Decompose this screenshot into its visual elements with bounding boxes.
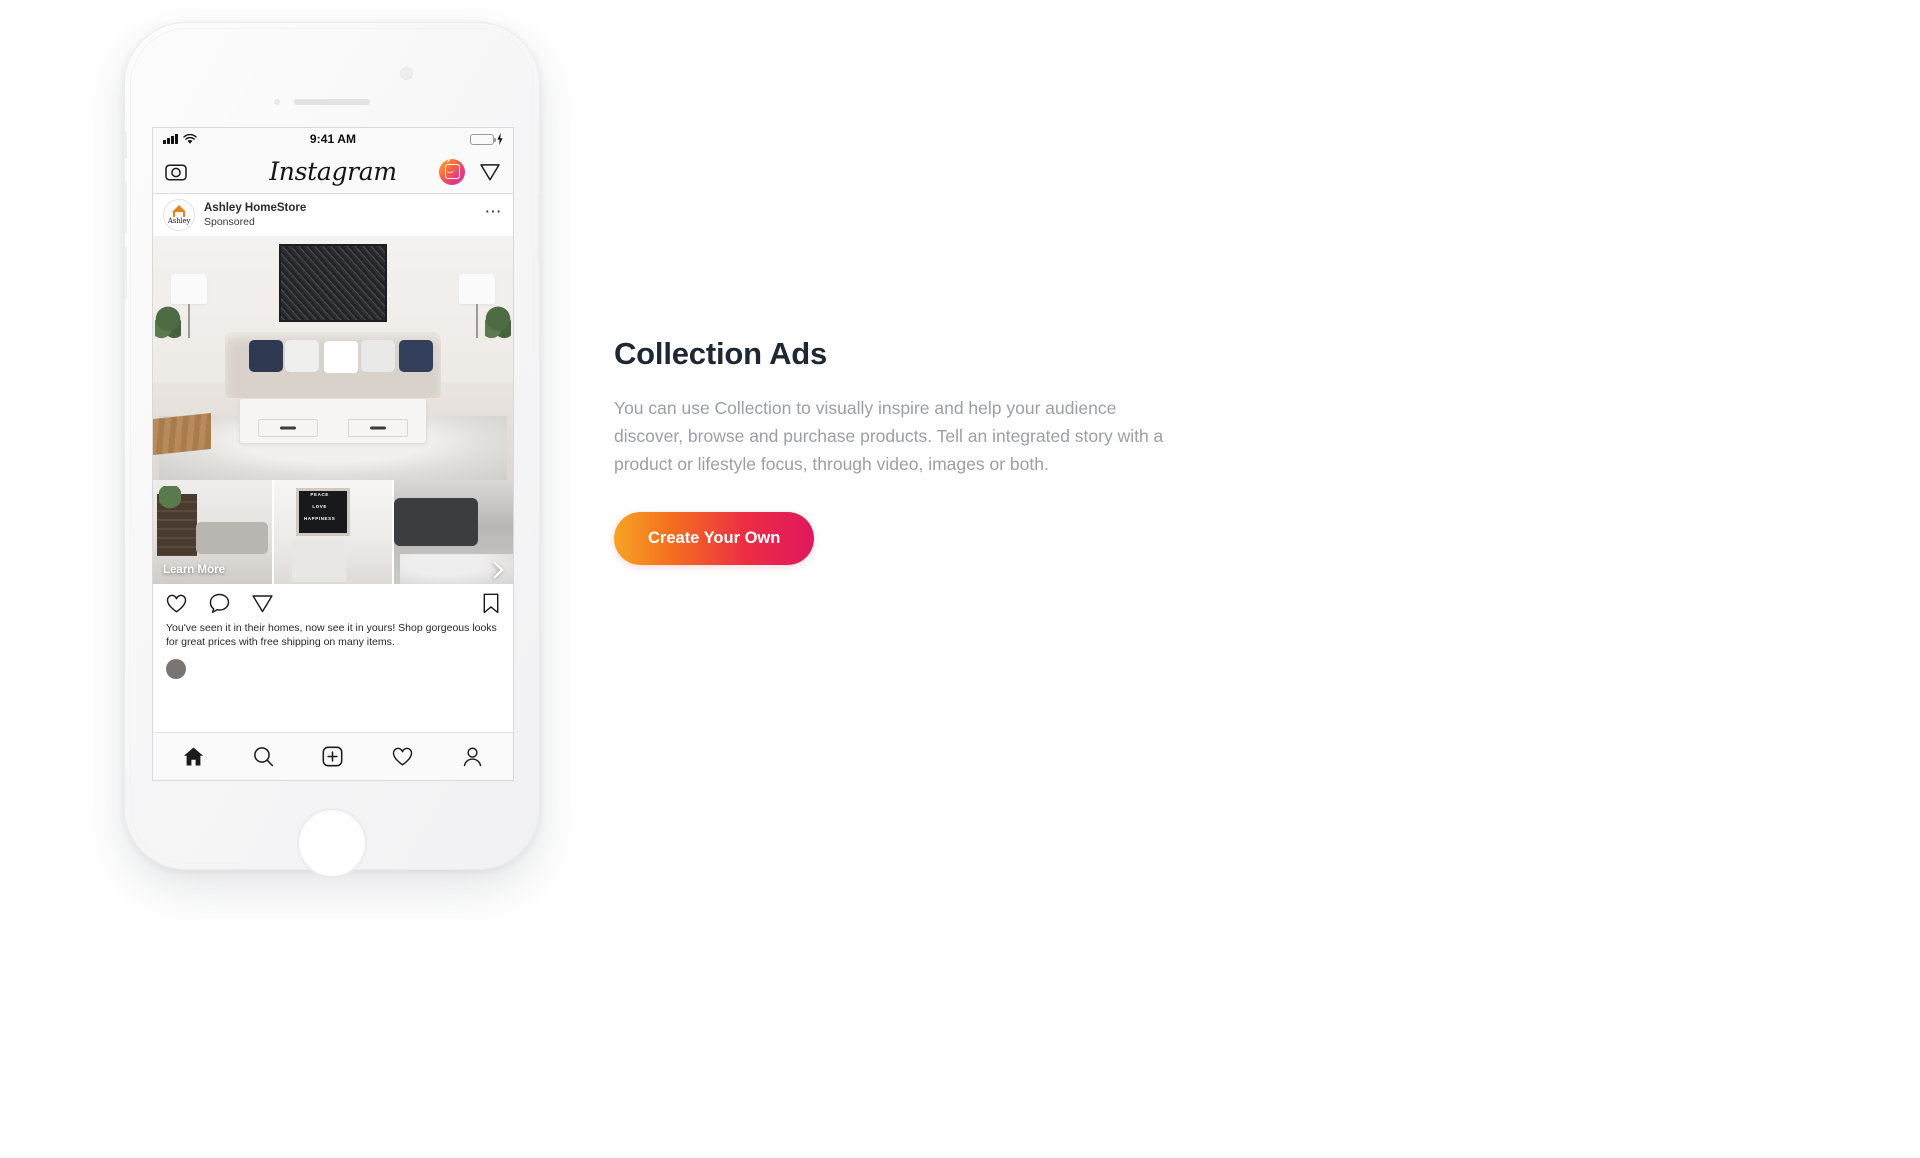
proximity-sensor [274,99,280,105]
home-button[interactable] [297,808,367,878]
bookmark-icon[interactable] [481,592,501,615]
search-icon[interactable] [252,745,275,768]
camera-icon[interactable] [165,162,187,181]
phone-body: 9:41 AM Instagram Ashley Ashley HomeStor… [124,22,540,870]
phone-screen: 9:41 AM Instagram Ashley Ashley HomeStor… [152,127,514,781]
post-meta: Ashley HomeStore Sponsored [204,202,306,228]
lightning-bolt-icon [497,133,503,145]
header-actions [439,158,501,185]
status-bar: 9:41 AM [153,128,513,150]
avatar[interactable]: Ashley [163,199,195,231]
phone-mockup: 9:41 AM Instagram Ashley Ashley HomeStor… [124,22,540,878]
instagram-app-header: Instagram [153,150,513,194]
poster-line-2: LOVE [312,504,327,509]
heart-icon[interactable] [165,592,188,615]
avatar [166,659,186,679]
lamp-right-decor [459,274,495,304]
poster-text: PEACE LOVE HAPPINESS [300,492,340,521]
status-bar-time: 9:41 AM [309,132,357,146]
status-bar-right [470,133,503,145]
comment-composer-row[interactable] [153,649,513,679]
post-caption: You've seen it in their homes, now see i… [166,622,497,648]
poster-line-3: HAPPINESS [303,516,336,521]
heart-icon[interactable] [391,745,414,768]
sponsored-label: Sponsored [204,216,255,228]
plus-square-icon[interactable] [321,745,344,768]
igtv-icon[interactable] [439,158,465,185]
post-action-bar [153,584,513,622]
more-options-icon[interactable]: ⋯ [485,203,504,222]
content-panel: Collection Ads You can use Collection to… [614,336,1214,565]
battery-icon [470,133,496,145]
bottom-navigation-bar [153,732,513,780]
panel-description: You can use Collection to visually inspi… [614,398,1164,474]
earpiece-speaker [294,99,370,105]
post-header: Ashley Ashley HomeStore Sponsored ⋯ [153,194,513,236]
coffee-table-decor [239,398,427,444]
ad-hero-image[interactable] [153,236,513,480]
home-icon[interactable] [182,745,205,768]
plant-left-decor [155,302,181,344]
paper-plane-icon[interactable] [479,161,501,183]
floor-decor [153,412,211,456]
comment-bubble-icon[interactable] [208,592,231,615]
create-your-own-button[interactable]: Create Your Own [614,512,815,565]
front-camera-icon [400,67,413,80]
learn-more-overlay[interactable]: Learn More [163,564,225,576]
poster-line-1: PEACE [310,492,329,497]
avatar-wordmark: Ashley [167,217,191,226]
brand-name[interactable]: Ashley HomeStore [204,202,306,214]
collection-thumbnail-strip: PEACE LOVE HAPPINESS Learn More [153,480,513,584]
wall-art-decor [279,244,387,322]
person-icon[interactable] [461,745,484,768]
lamp-left-decor [171,274,207,304]
plant-right-decor [485,302,511,344]
collection-thumbnail-2[interactable]: PEACE LOVE HAPPINESS [273,480,393,584]
paper-plane-icon[interactable] [251,592,274,615]
page-title: Collection Ads [614,336,828,371]
ashley-homestore-avatar: Ashley [167,204,191,226]
